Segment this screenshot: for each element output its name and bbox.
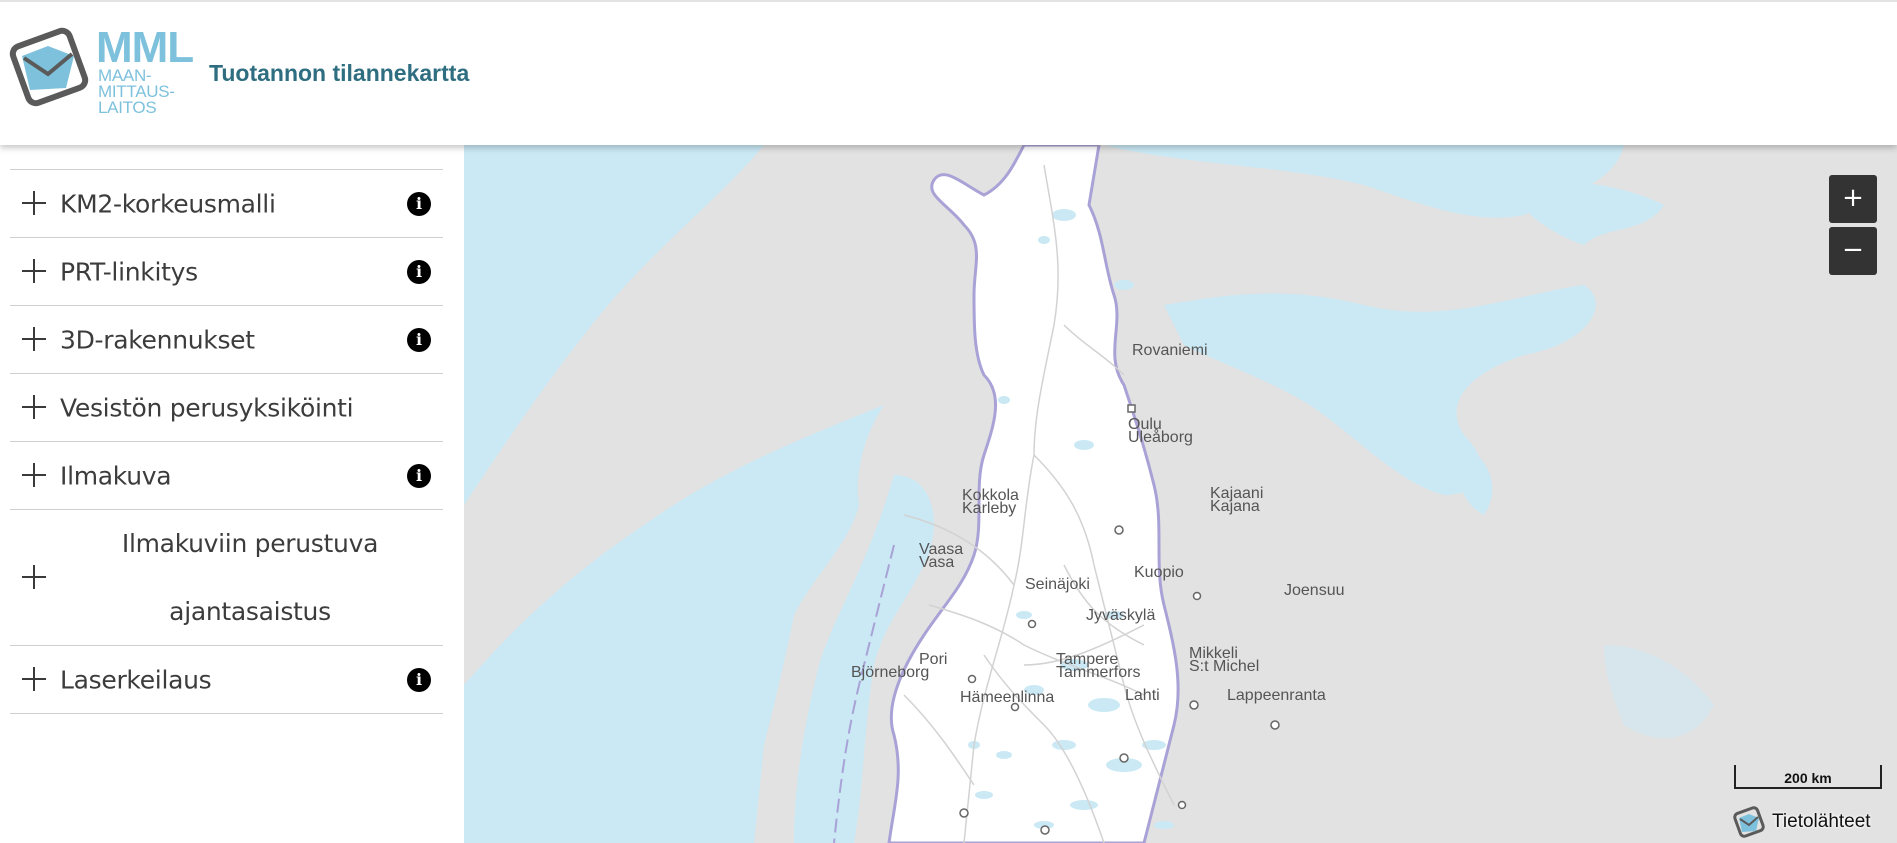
finland-land	[887, 145, 1180, 843]
expand-plus-icon[interactable]	[22, 462, 46, 487]
info-icon[interactable]: i	[407, 327, 431, 352]
layer-item-km2-korkeusmalli[interactable]: KM2-korkeusmalli i	[10, 170, 443, 238]
place-label: Vasa	[919, 554, 955, 571]
logo-wordmark: MAAN- MITTAUS- LAITOS	[98, 67, 188, 117]
map-view[interactable]: Rovaniemi Oulu Uleåborg Kokkola Karleby …	[464, 145, 1897, 843]
info-icon[interactable]: i	[407, 667, 431, 692]
place-label: Jyväskylä	[1086, 607, 1156, 624]
place-label: Karleby	[962, 500, 1017, 517]
layer-item-vesiston-perusyksikointi[interactable]: Vesistön perusyksiköinti	[10, 374, 443, 442]
place-label: Joensuu	[1284, 582, 1345, 599]
place-label: Uleåborg	[1128, 429, 1193, 446]
logo-abbreviation: MML	[96, 23, 194, 72]
layer-label: Vesistön perusyksiköinti	[60, 393, 354, 422]
expand-plus-icon[interactable]	[22, 258, 46, 283]
app-title: Tuotannon tilannekartta	[209, 60, 470, 86]
place-label: Lahti	[1125, 687, 1160, 704]
place-label: Rovaniemi	[1132, 342, 1208, 359]
place-label: Björneborg	[851, 664, 930, 681]
expand-plus-icon[interactable]	[22, 394, 46, 419]
zoom-out-button[interactable]: −	[1829, 227, 1877, 275]
layer-list: KM2-korkeusmalli i PRT-linkitys i 3D-rak…	[10, 169, 443, 714]
layer-item-prt-linkitys[interactable]: PRT-linkitys i	[10, 238, 443, 306]
layer-item-ilmakuva[interactable]: Ilmakuva i	[10, 442, 443, 510]
header: MML MAAN- MITTAUS- LAITOS Tuotannon tila…	[0, 0, 1897, 145]
layer-label: Ilmakuviin perustuva ajantasaistus	[121, 528, 379, 626]
mml-logo[interactable]: MML MAAN- MITTAUS- LAITOS	[8, 26, 194, 122]
layer-label: PRT-linkitys	[60, 257, 198, 286]
layer-item-3d-rakennukset[interactable]: 3D-rakennukset i	[10, 306, 443, 374]
zoom-in-button[interactable]: +	[1829, 175, 1877, 223]
info-icon[interactable]: i	[407, 463, 431, 488]
logo-line: LAITOS	[98, 98, 157, 117]
base-map[interactable]	[464, 145, 1897, 843]
layer-sidebar: KM2-korkeusmalli i PRT-linkitys i 3D-rak…	[0, 145, 464, 843]
mml-logo-mark	[9, 27, 89, 107]
place-label: Kajana	[1210, 498, 1260, 515]
info-icon[interactable]: i	[407, 259, 431, 284]
scale-bar: 200 km	[1734, 765, 1882, 789]
place-label: Seinäjoki	[1025, 576, 1090, 593]
mml-sources-icon	[1733, 806, 1765, 838]
expand-plus-icon[interactable]	[22, 190, 46, 215]
layer-item-laserkeilaus[interactable]: Laserkeilaus i	[10, 646, 443, 714]
data-sources-label: Tietolähteet	[1772, 811, 1871, 832]
info-icon[interactable]: i	[407, 191, 431, 216]
place-label: Lappeenranta	[1227, 687, 1326, 704]
layer-label: 3D-rakennukset	[60, 325, 255, 354]
expand-plus-icon[interactable]	[22, 326, 46, 351]
place-label: Tammerfors	[1056, 664, 1141, 681]
place-label: Kuopio	[1134, 564, 1184, 581]
layer-label: KM2-korkeusmalli	[60, 189, 276, 218]
expand-plus-icon[interactable]	[22, 666, 46, 691]
expand-plus-icon[interactable]	[22, 564, 46, 589]
layer-label: Ilmakuva	[60, 461, 172, 490]
place-label: Hämeenlinna	[960, 689, 1055, 706]
place-label: S:t Michel	[1189, 658, 1260, 675]
layer-label: Laserkeilaus	[60, 665, 212, 694]
layer-item-ilmakuviin-perustuva-ajantasaistus[interactable]: Ilmakuviin perustuva ajantasaistus	[10, 510, 443, 646]
